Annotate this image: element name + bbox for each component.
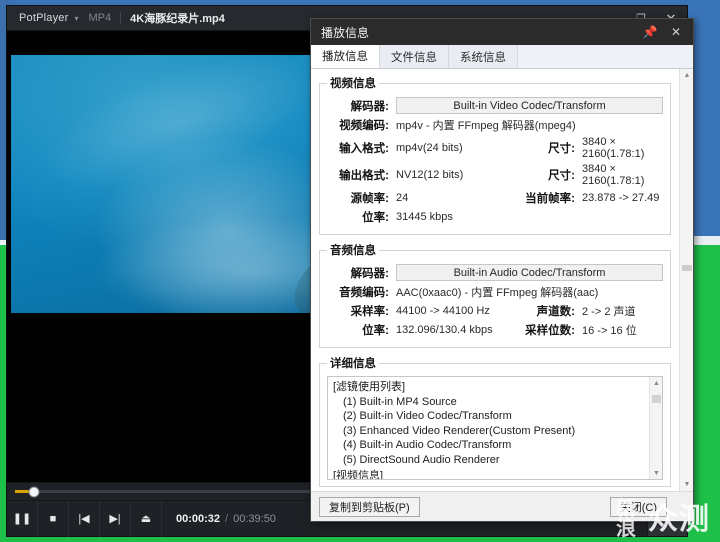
detail-info-listbox[interactable]: [滤镜使用列表] (1) Built-in MP4 Source (2) Bui… [327, 376, 663, 480]
scroll-down-icon[interactable]: ▼ [680, 478, 694, 491]
tab-playback-info[interactable]: 播放信息 [311, 45, 380, 68]
seek-handle[interactable] [29, 487, 38, 496]
detail-info-lines: [滤镜使用列表] (1) Built-in MP4 Source (2) Bui… [328, 377, 662, 470]
video-output-format-row: 输出格式 NV12(12 bits) 尺寸 3840 × 2160(1.78:1… [327, 163, 663, 187]
scroll-up-icon[interactable]: ▲ [650, 377, 663, 389]
stop-button[interactable]: ■ [38, 501, 69, 537]
pin-icon[interactable]: 📌 [637, 19, 663, 45]
list-item: (4) Built-in Audio Codec/Transform [333, 438, 657, 453]
bitdepth-value: 16 -> 16 位 [575, 322, 637, 338]
channels-value: 2 -> 2 声道 [575, 303, 636, 319]
list-item: (2) Built-in Video Codec/Transform [333, 409, 657, 424]
time-separator: / [225, 513, 228, 525]
video-decoder-row: 解码器 Built-in Video Codec/Transform [327, 97, 663, 114]
dialog-footer: 复制到剪贴板(P) 关闭(C) [311, 491, 693, 521]
source-framerate-value: 24 [389, 192, 517, 204]
audio-codec-row: 音频编码 AAC(0xaac0) - 内置 FFmpeg 解码器(aac) [327, 284, 663, 300]
current-framerate-value: 23.878 -> 27.49 [575, 192, 659, 204]
audio-bitrate-label: 位率 [327, 322, 389, 338]
titlebar-divider [120, 12, 121, 24]
video-output-size-value: 3840 × 2160(1.78:1) [575, 163, 663, 187]
channels-label: 声道数 [517, 303, 575, 319]
list-item: (1) Built-in MP4 Source [333, 395, 657, 410]
scrollbar-thumb[interactable] [682, 265, 692, 271]
audio-decoder-label: 解码器 [327, 265, 389, 281]
audio-decoder-row: 解码器 Built-in Audio Codec/Transform [327, 264, 663, 281]
close-icon[interactable]: ✕ [663, 19, 689, 45]
samplerate-value: 44100 -> 44100 Hz [389, 305, 517, 317]
video-bitrate-row: 位率 31445 kbps [327, 209, 663, 225]
video-decoder-label: 解码器 [327, 98, 389, 114]
dialog-vertical-scrollbar[interactable]: ▲ ▼ [679, 69, 693, 491]
app-name-label: PotPlayer [7, 12, 75, 24]
dialog-scroll-area: 视频信息 解码器 Built-in Video Codec/Transform … [311, 69, 693, 491]
dialog-tabs: 播放信息 文件信息 系统信息 [311, 45, 693, 69]
video-output-size-label: 尺寸 [517, 167, 575, 183]
video-decoder-value[interactable]: Built-in Video Codec/Transform [396, 97, 663, 114]
video-info-legend: 视频信息 [327, 75, 379, 91]
format-badge: MP4 [89, 12, 112, 24]
scrollbar-thumb[interactable] [652, 395, 661, 403]
scroll-up-icon[interactable]: ▲ [680, 69, 694, 82]
detail-info-group: 详细信息 [滤镜使用列表] (1) Built-in MP4 Source (2… [319, 355, 671, 487]
copy-to-clipboard-button[interactable]: 复制到剪贴板(P) [319, 497, 420, 517]
detail-scrollbar[interactable]: ▲ ▼ [649, 377, 662, 479]
audio-samplerate-row: 采样率 44100 -> 44100 Hz 声道数 2 -> 2 声道 [327, 303, 663, 319]
tab-system-info[interactable]: 系统信息 [449, 45, 518, 68]
dialog-title: 播放信息 [311, 24, 369, 41]
total-time-label: 00:39:50 [233, 513, 276, 525]
water-caustic-highlight [28, 55, 338, 216]
pause-button[interactable]: ❚❚ [7, 501, 38, 537]
detail-info-legend: 详细信息 [327, 355, 379, 371]
video-codec-label: 视频编码 [327, 117, 389, 133]
video-bitrate-label: 位率 [327, 209, 389, 225]
video-output-format-label: 输出格式 [327, 167, 389, 183]
bitdepth-label: 采样位数 [517, 322, 575, 338]
video-info-group: 视频信息 解码器 Built-in Video Codec/Transform … [319, 75, 671, 235]
next-button[interactable]: ▶| [100, 501, 131, 537]
dialog-title-buttons: 📌 ✕ [637, 19, 689, 45]
scroll-down-icon[interactable]: ▼ [650, 467, 663, 479]
current-time-label: 00:00:32 [176, 513, 220, 525]
close-dialog-button[interactable]: 关闭(C) [610, 497, 667, 517]
video-input-format-label: 输入格式 [327, 140, 389, 156]
dialog-titlebar[interactable]: 播放信息 📌 ✕ [311, 19, 693, 45]
eject-button[interactable]: ⏏ [131, 501, 162, 537]
file-name-label: 4K海豚纪录片.mp4 [130, 10, 225, 26]
list-item-clipped: [视频信息] [333, 467, 383, 480]
chevron-down-icon[interactable]: ▾ [75, 14, 79, 23]
audio-bitrate-row: 位率 132.096/130.4 kbps 采样位数 16 -> 16 位 [327, 322, 663, 338]
video-input-format-row: 输入格式 mp4v(24 bits) 尺寸 3840 × 2160(1.78:1… [327, 136, 663, 160]
audio-decoder-value[interactable]: Built-in Audio Codec/Transform [396, 264, 663, 281]
previous-button[interactable]: |◀ [69, 501, 100, 537]
video-codec-value: mp4v - 内置 FFmpeg 解码器(mpeg4) [389, 117, 576, 133]
time-display: 00:00:32 / 00:39:50 [162, 513, 276, 525]
current-framerate-label: 当前帧率 [517, 190, 575, 206]
video-output-format-value: NV12(12 bits) [389, 169, 517, 181]
video-input-size-value: 3840 × 2160(1.78:1) [575, 136, 663, 160]
samplerate-label: 采样率 [327, 303, 389, 319]
list-item: (5) DirectSound Audio Renderer [333, 453, 657, 468]
tabstrip-filler [518, 45, 693, 68]
audio-codec-value: AAC(0xaac0) - 内置 FFmpeg 解码器(aac) [389, 284, 598, 300]
video-input-format-value: mp4v(24 bits) [389, 142, 517, 154]
source-framerate-label: 源帧率 [327, 190, 389, 206]
list-item: [滤镜使用列表] [333, 380, 657, 395]
playback-information-dialog: 播放信息 📌 ✕ 播放信息 文件信息 系统信息 视频信息 解码器 Built-i… [310, 18, 694, 522]
video-input-size-label: 尺寸 [517, 140, 575, 156]
video-framerate-row: 源帧率 24 当前帧率 23.878 -> 27.49 [327, 190, 663, 206]
video-bitrate-value: 31445 kbps [389, 211, 453, 223]
list-item: (3) Enhanced Video Renderer(Custom Prese… [333, 424, 657, 439]
audio-info-legend: 音频信息 [327, 242, 379, 258]
audio-info-group: 音频信息 解码器 Built-in Audio Codec/Transform … [319, 242, 671, 348]
audio-bitrate-value: 132.096/130.4 kbps [389, 324, 517, 336]
video-codec-row: 视频编码 mp4v - 内置 FFmpeg 解码器(mpeg4) [327, 117, 663, 133]
audio-codec-label: 音频编码 [327, 284, 389, 300]
tab-file-info[interactable]: 文件信息 [380, 45, 449, 68]
dialog-content: 视频信息 解码器 Built-in Video Codec/Transform … [311, 69, 679, 491]
